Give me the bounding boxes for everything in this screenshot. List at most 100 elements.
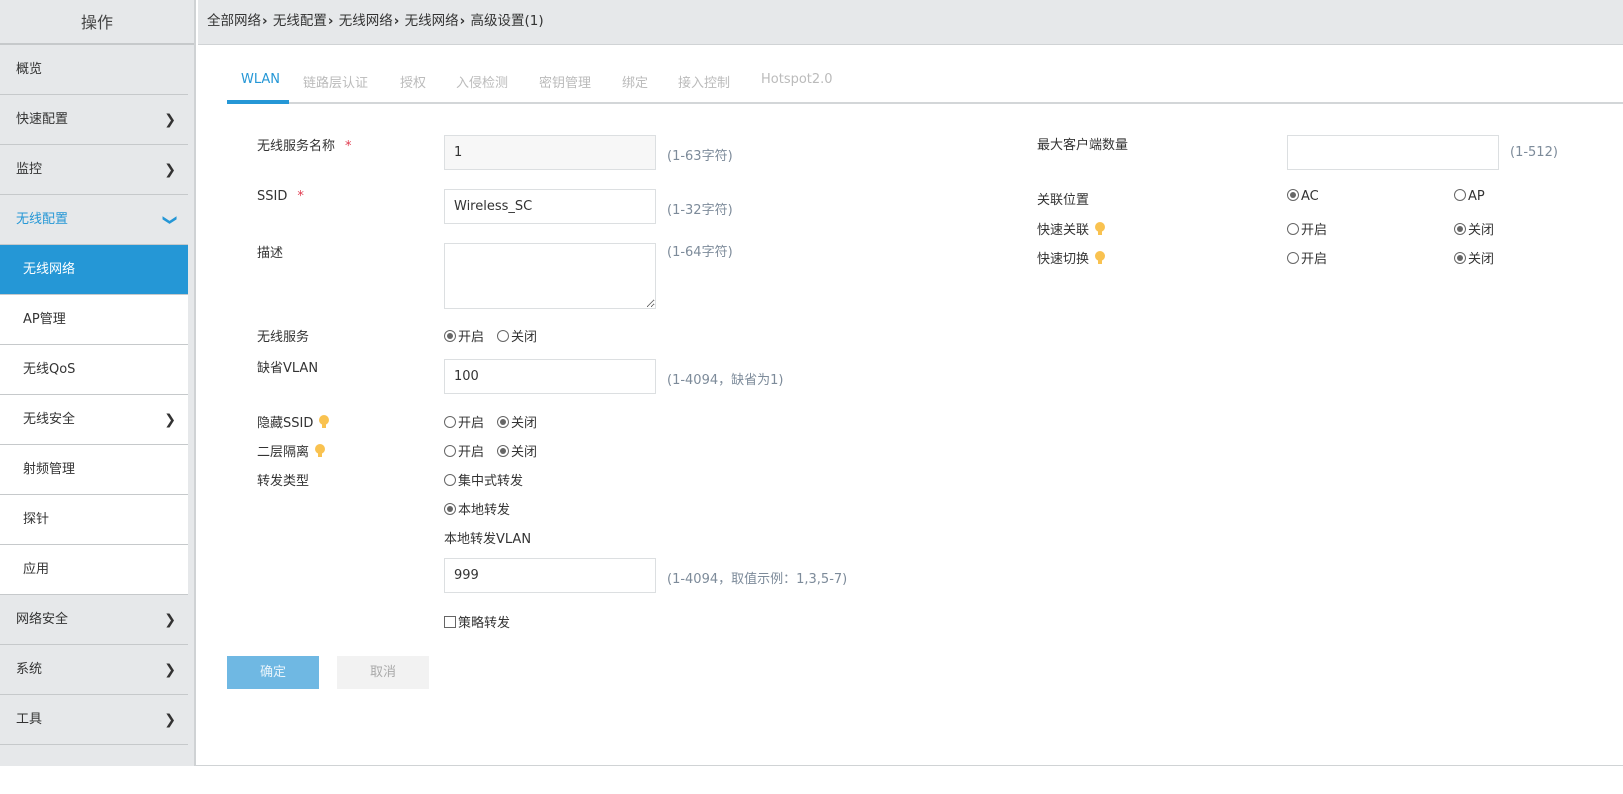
fast-roam-off-radio[interactable]: 关闭 — [1454, 248, 1494, 267]
chevron-right-icon: › — [327, 13, 334, 29]
sidebar-item-label: 监控 — [16, 162, 43, 177]
sidebar-item-probe[interactable]: 探针 — [0, 495, 188, 545]
fast-assoc-label: 快速关联 — [1037, 219, 1106, 238]
chevron-down-icon: ❯ — [162, 214, 179, 226]
l2-isolation-off-radio[interactable]: 关闭 — [497, 441, 537, 460]
breadcrumb-item[interactable]: 无线配置 — [273, 13, 327, 29]
wireless-service-label: 无线服务 — [257, 330, 310, 345]
tab-authorization[interactable]: 授权 — [400, 72, 426, 91]
hide-ssid-off-radio[interactable]: 关闭 — [497, 412, 537, 431]
ssid-label: SSID * — [257, 189, 304, 204]
lightbulb-tip-icon[interactable] — [1095, 222, 1106, 236]
sidebar-item-tools[interactable]: 工具 ❯ — [0, 695, 188, 745]
fast-roam-label: 快速切换 — [1037, 248, 1106, 267]
sidebar-item-overview[interactable]: 概览 — [0, 45, 188, 95]
radio-icon — [1454, 252, 1466, 264]
assoc-location-label: 关联位置 — [1037, 193, 1090, 208]
chevron-right-icon: › — [459, 13, 466, 29]
hide-ssid-label: 隐藏SSID — [257, 412, 330, 431]
sidebar-item-wireless-config[interactable]: 无线配置 ❯ — [0, 195, 188, 245]
sidebar-item-wireless-qos[interactable]: 无线QoS — [0, 345, 188, 395]
lightbulb-tip-icon[interactable] — [319, 415, 330, 429]
sidebar-item-radio-management[interactable]: 射频管理 — [0, 445, 188, 495]
fast-assoc-off-radio[interactable]: 关闭 — [1454, 219, 1494, 238]
lightbulb-tip-icon[interactable] — [315, 444, 326, 458]
lightbulb-tip-icon[interactable] — [1095, 251, 1106, 265]
radio-icon — [497, 416, 509, 428]
sidebar-item-system[interactable]: 系统 ❯ — [0, 645, 188, 695]
radio-icon — [1287, 223, 1299, 235]
chevron-right-icon: ❯ — [164, 162, 176, 178]
breadcrumb-current: 高级设置(1) — [470, 13, 544, 29]
chevron-right-icon: ❯ — [164, 612, 176, 628]
tab-key-management[interactable]: 密钥管理 — [539, 72, 591, 91]
active-tab-indicator — [227, 100, 289, 104]
tab-access-control[interactable]: 接入控制 — [678, 72, 730, 91]
chevron-right-icon: ❯ — [164, 112, 176, 128]
assoc-ac-radio[interactable]: AC — [1287, 189, 1319, 204]
confirm-button[interactable]: 确定 — [227, 656, 319, 689]
sidebar-item-application[interactable]: 应用 — [0, 545, 188, 595]
service-name-hint: (1-63字符) — [667, 149, 733, 164]
local-vlan-input[interactable] — [444, 558, 656, 593]
tab-hotspot2[interactable]: Hotspot2.0 — [761, 72, 833, 87]
sidebar-item-label: 无线网络 — [23, 262, 76, 277]
default-vlan-input[interactable] — [444, 359, 656, 394]
policy-forward-checkbox[interactable]: 策略转发 — [444, 612, 510, 631]
checkbox-icon — [444, 616, 456, 628]
sidebar-item-label: 无线配置 — [16, 212, 69, 227]
tab-intrusion-detection[interactable]: 入侵检测 — [456, 72, 508, 91]
sidebar-item-label: 射频管理 — [23, 462, 76, 477]
tab-link-auth[interactable]: 链路层认证 — [303, 72, 368, 91]
assoc-ap-radio[interactable]: AP — [1454, 189, 1485, 204]
tab-binding[interactable]: 绑定 — [622, 72, 648, 91]
sidebar-item-wireless-network[interactable]: 无线网络 — [0, 245, 188, 295]
radio-icon — [444, 416, 456, 428]
sidebar-item-network-security[interactable]: 网络安全 ❯ — [0, 595, 188, 645]
radio-icon — [497, 445, 509, 457]
radio-icon — [1454, 223, 1466, 235]
sidebar-item-ap-management[interactable]: AP管理 — [0, 295, 188, 345]
hide-ssid-on-radio[interactable]: 开启 — [444, 412, 484, 431]
radio-icon — [444, 445, 456, 457]
sidebar-item-label: 无线QoS — [23, 362, 76, 377]
forward-central-radio[interactable]: 集中式转发 — [444, 470, 523, 489]
description-textarea[interactable] — [444, 243, 656, 309]
required-marker: * — [345, 139, 352, 154]
service-name-label: 无线服务名称 * — [257, 139, 352, 154]
breadcrumb-item[interactable]: 全部网络 — [207, 13, 261, 29]
sidebar-item-label: 系统 — [16, 662, 43, 677]
sidebar-item-quick-config[interactable]: 快速配置 ❯ — [0, 95, 188, 145]
max-clients-input[interactable] — [1287, 135, 1499, 170]
sidebar-item-monitor[interactable]: 监控 ❯ — [0, 145, 188, 195]
radio-icon — [497, 330, 509, 342]
radio-icon — [1454, 189, 1466, 201]
chevron-right-icon: ❯ — [164, 712, 176, 728]
wireless-service-off-radio[interactable]: 关闭 — [497, 326, 537, 345]
sidebar-item-label: 探针 — [23, 512, 50, 527]
l2-isolation-label: 二层隔离 — [257, 441, 326, 460]
chevron-right-icon: ❯ — [164, 412, 176, 428]
chevron-right-icon: › — [393, 13, 400, 29]
sidebar-item-wireless-security[interactable]: 无线安全 ❯ — [0, 395, 188, 445]
description-hint: (1-64字符) — [667, 245, 733, 260]
sidebar-item-label: 快速配置 — [16, 112, 69, 127]
breadcrumb-item[interactable]: 无线网络 — [405, 13, 459, 29]
radio-icon — [444, 474, 456, 486]
breadcrumb-item[interactable]: 无线网络 — [339, 13, 393, 29]
cancel-button[interactable]: 取消 — [337, 656, 429, 689]
sidebar-item-label: 概览 — [16, 62, 43, 77]
tab-bar: WLAN 链路层认证 授权 入侵检测 密钥管理 绑定 接入控制 Hotspot2… — [227, 62, 1623, 104]
l2-isolation-on-radio[interactable]: 开启 — [444, 441, 484, 460]
tab-wlan[interactable]: WLAN — [241, 72, 280, 87]
ssid-input[interactable] — [444, 189, 656, 224]
fast-roam-on-radio[interactable]: 开启 — [1287, 248, 1327, 267]
default-vlan-hint: (1-4094，缺省为1) — [667, 373, 784, 388]
sidebar-item-label: 网络安全 — [16, 612, 69, 627]
ssid-hint: (1-32字符) — [667, 203, 733, 218]
radio-icon — [444, 503, 456, 515]
wireless-service-on-radio[interactable]: 开启 — [444, 326, 484, 345]
forward-local-radio[interactable]: 本地转发 — [444, 499, 510, 518]
service-name-input[interactable] — [444, 135, 656, 170]
fast-assoc-on-radio[interactable]: 开启 — [1287, 219, 1327, 238]
